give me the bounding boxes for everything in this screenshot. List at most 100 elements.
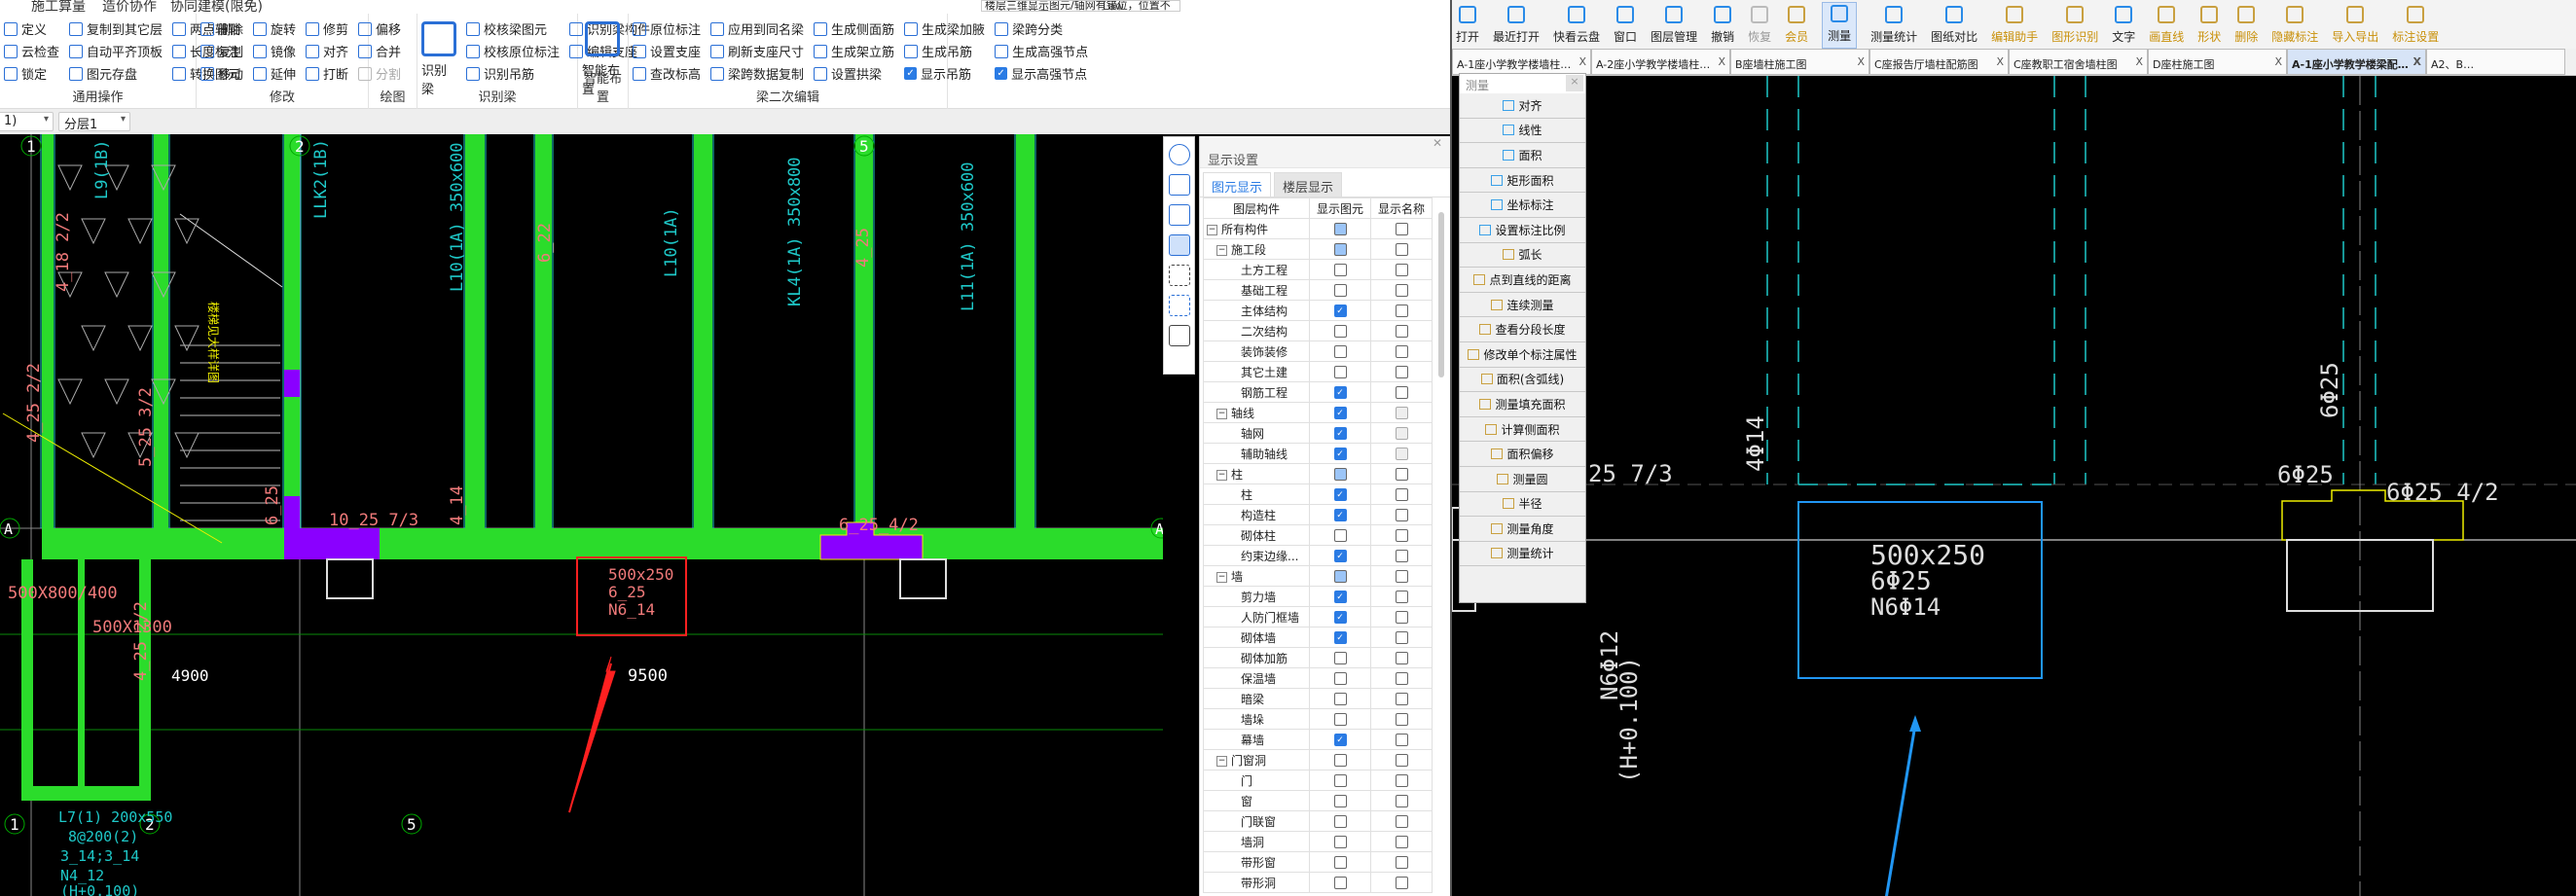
measure-menu-item[interactable]: 测量圆 bbox=[1460, 467, 1585, 492]
measure-menu-item[interactable]: 矩形面积 bbox=[1460, 168, 1585, 194]
ribbon-item[interactable]: 生成吊筋 bbox=[904, 42, 985, 60]
show-name-checkbox[interactable] bbox=[1395, 693, 1408, 705]
measure-menu-item[interactable]: 修改单个标注属性 bbox=[1460, 342, 1585, 368]
ribbon-item[interactable]: 应用到同名梁 bbox=[710, 19, 804, 38]
show-element-checkbox[interactable] bbox=[1333, 672, 1347, 685]
cad-canvas-left[interactable]: 1 2 51 2 5A AL9(1B) LLK2(1B) L10(1A) 350x600 L10… bbox=[0, 134, 1163, 896]
toolbar-button[interactable]: 会员 bbox=[1785, 6, 1808, 49]
measure-menu-item[interactable]: 坐标标注 bbox=[1460, 193, 1585, 218]
show-element-checkbox[interactable]: ✓ bbox=[1333, 448, 1347, 460]
close-tab-icon[interactable]: X bbox=[2413, 55, 2421, 68]
toolbar-button[interactable]: 打开 bbox=[1456, 6, 1479, 49]
ribbon-item[interactable]: 查改标高 bbox=[633, 64, 701, 83]
toolbar-button[interactable]: 最近打开 bbox=[1493, 6, 1540, 49]
measure-menu-item[interactable]: 对齐 bbox=[1460, 93, 1585, 119]
orbit-icon[interactable] bbox=[1168, 144, 1190, 165]
toolbar-button[interactable]: 文字 bbox=[2112, 6, 2135, 49]
toolbar-button[interactable]: 撤销 bbox=[1711, 6, 1734, 49]
show-element-checkbox[interactable] bbox=[1333, 713, 1347, 726]
show-name-checkbox[interactable] bbox=[1395, 427, 1408, 440]
measure-menu-item[interactable]: 半径 bbox=[1460, 492, 1585, 518]
drawing-tab[interactable]: A-2座小学教学楼墙柱… X bbox=[1591, 49, 1730, 75]
tab-floor-display[interactable]: 楼层显示 bbox=[1274, 172, 1343, 197]
ribbon-item[interactable]: 生成高强节点 bbox=[995, 42, 1088, 60]
show-element-checkbox[interactable] bbox=[1333, 774, 1347, 787]
show-element-checkbox[interactable] bbox=[1333, 284, 1347, 297]
ribbon-item[interactable]: 原位标注 bbox=[633, 19, 701, 38]
measure-menu-item[interactable]: 面积偏移 bbox=[1460, 442, 1585, 467]
show-name-checkbox[interactable] bbox=[1395, 223, 1408, 235]
show-element-checkbox[interactable]: ✓ bbox=[1333, 734, 1347, 746]
ribbon-item[interactable]: 锁定 bbox=[4, 64, 59, 83]
menu-tab[interactable]: 协同建模(限免) bbox=[170, 0, 263, 14]
show-name-checkbox[interactable] bbox=[1395, 366, 1408, 378]
ribbon-item[interactable]: 梁跨分类 bbox=[995, 19, 1088, 38]
show-name-checkbox[interactable] bbox=[1395, 264, 1408, 276]
fit-view-icon[interactable] bbox=[1168, 265, 1190, 286]
show-element-checkbox[interactable] bbox=[1333, 815, 1347, 828]
ribbon-item[interactable]: ✓ 显示吊筋 bbox=[904, 64, 985, 83]
recognize-big-button[interactable]: 识别梁 bbox=[421, 19, 456, 97]
ribbon-item[interactable]: 设置拱梁 bbox=[814, 64, 894, 83]
collapse-toggle[interactable]: − bbox=[1216, 244, 1227, 256]
measure-menu-item[interactable]: 弧长 bbox=[1460, 243, 1585, 269]
show-element-checkbox[interactable]: ✓ bbox=[1333, 591, 1347, 603]
ribbon-item[interactable]: 镜像 bbox=[253, 42, 296, 60]
cad-canvas-right[interactable]: 500x2506Φ25N6Φ1425 7/34Φ146Φ256Φ256Φ25 4… bbox=[1452, 76, 2576, 896]
toolbar-button[interactable]: 画直线 bbox=[2149, 6, 2184, 49]
ribbon-item[interactable]: 对齐 bbox=[306, 42, 348, 60]
toolbar-button[interactable]: 测量 bbox=[1822, 2, 1858, 49]
toolbar-button[interactable]: 快看云盘 bbox=[1553, 6, 1600, 49]
show-name-checkbox[interactable] bbox=[1395, 734, 1408, 746]
show-element-checkbox[interactable] bbox=[1333, 836, 1347, 848]
drawing-tab[interactable]: A-1座小学教学楼梁配… X bbox=[2287, 49, 2426, 75]
ribbon-item[interactable]: 自动平齐顶板 bbox=[69, 42, 163, 60]
ribbon-item[interactable]: 云检查 bbox=[4, 42, 59, 60]
drawing-tab[interactable]: A2、B… bbox=[2426, 49, 2565, 75]
measure-menu-item[interactable]: 点到直线的距离 bbox=[1460, 268, 1585, 293]
show-element-checkbox[interactable] bbox=[1333, 325, 1347, 338]
ribbon-item[interactable]: 复制 bbox=[200, 42, 243, 60]
show-name-checkbox[interactable] bbox=[1395, 713, 1408, 726]
ribbon-item[interactable]: 删除 bbox=[200, 19, 243, 38]
close-tab-icon[interactable]: X bbox=[1718, 55, 1725, 68]
ribbon-item[interactable]: 延伸 bbox=[253, 64, 296, 83]
measure-menu-item[interactable]: 线性 bbox=[1460, 119, 1585, 144]
toolbar-button[interactable]: 窗口 bbox=[1614, 6, 1637, 49]
ribbon-item[interactable]: 生成架立筋 bbox=[814, 42, 894, 60]
measure-menu-item[interactable]: 查看分段长度 bbox=[1460, 317, 1585, 342]
ribbon-item[interactable]: 生成梁加腋 bbox=[904, 19, 985, 38]
toolbar-button[interactable]: 隐藏标注 bbox=[2271, 6, 2318, 49]
show-element-checkbox[interactable] bbox=[1333, 754, 1347, 767]
show-element-checkbox[interactable] bbox=[1333, 877, 1347, 889]
show-element-checkbox[interactable]: ✓ bbox=[1333, 407, 1347, 419]
show-element-checkbox[interactable] bbox=[1333, 223, 1347, 235]
ribbon-item[interactable]: 复制到其它层 bbox=[69, 19, 163, 38]
show-element-checkbox[interactable] bbox=[1333, 795, 1347, 807]
show-element-checkbox[interactable]: ✓ bbox=[1333, 305, 1347, 317]
ribbon-item[interactable]: 打断 bbox=[306, 64, 348, 83]
show-name-checkbox[interactable] bbox=[1395, 529, 1408, 542]
measure-menu-item[interactable]: 测量角度 bbox=[1460, 517, 1585, 542]
show-element-checkbox[interactable]: ✓ bbox=[1333, 631, 1347, 644]
show-element-checkbox[interactable]: ✓ bbox=[1333, 386, 1347, 399]
show-name-checkbox[interactable] bbox=[1395, 877, 1408, 889]
toolbar-button[interactable]: 恢复 bbox=[1748, 6, 1771, 49]
show-name-checkbox[interactable] bbox=[1395, 611, 1408, 624]
collapse-toggle[interactable]: − bbox=[1207, 224, 1217, 235]
ribbon-item[interactable]: 识别吊筋 bbox=[466, 64, 560, 83]
cube-view-icon[interactable] bbox=[1168, 204, 1190, 226]
ribbon-item[interactable]: 设置支座 bbox=[633, 42, 701, 60]
show-name-checkbox[interactable] bbox=[1395, 325, 1408, 338]
show-name-checkbox[interactable] bbox=[1395, 386, 1408, 399]
show-name-checkbox[interactable] bbox=[1395, 836, 1408, 848]
drawing-tab[interactable]: D座柱施工图 X bbox=[2148, 49, 2287, 75]
toolbar-button[interactable]: 删除 bbox=[2234, 6, 2258, 49]
close-tab-icon[interactable]: X bbox=[1578, 55, 1586, 68]
toolbar-button[interactable]: 标注设置 bbox=[2392, 6, 2439, 49]
toolbar-button[interactable]: 导入导出 bbox=[2332, 6, 2378, 49]
3d-view-icon[interactable] bbox=[1168, 174, 1190, 196]
close-tab-icon[interactable]: X bbox=[2274, 55, 2282, 68]
ribbon-item[interactable]: 刷新支座尺寸 bbox=[710, 42, 804, 60]
close-tab-icon[interactable]: X bbox=[1996, 55, 2004, 68]
